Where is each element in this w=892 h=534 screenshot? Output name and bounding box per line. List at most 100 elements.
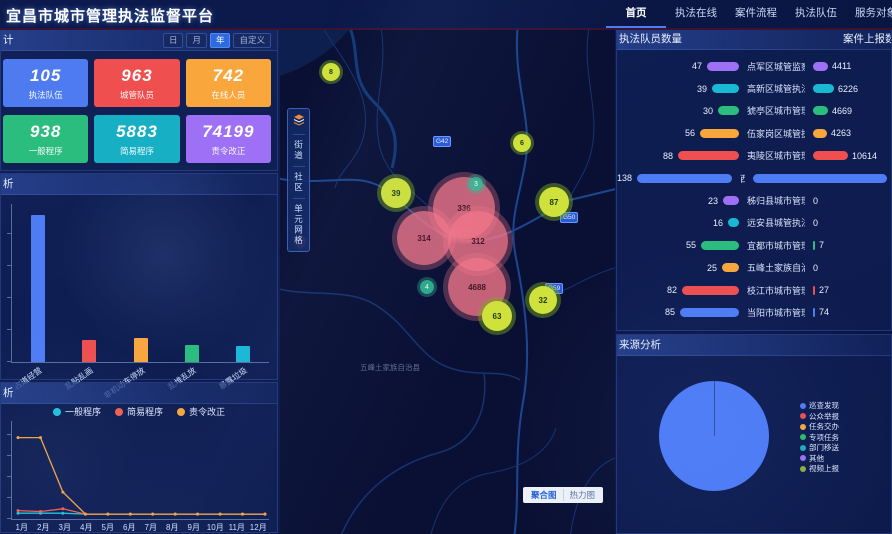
map-green-marker[interactable]: 87 (539, 187, 569, 217)
team-count-group: 82 (617, 285, 739, 295)
map-green-marker[interactable]: 8 (322, 63, 340, 81)
map-mode-button[interactable]: 热力图 (563, 489, 602, 501)
team-count-group: 85 (617, 307, 739, 317)
nav-tab[interactable]: 执法在线 (666, 0, 726, 28)
bar (31, 215, 45, 362)
nav-tab[interactable]: 服务对象 (846, 0, 892, 28)
stat-cards: 105执法队伍963城管队员742在线人员938一般程序5883简易程序7419… (1, 51, 277, 163)
case-count-bar (813, 62, 828, 71)
layers-icon (293, 109, 305, 134)
map-green-marker[interactable]: 39 (381, 178, 411, 208)
stat-value: 963 (121, 66, 152, 86)
team-row[interactable]: 82枝江市城市管理...27 (617, 279, 891, 301)
team-row[interactable]: 47点军区城管监察...4411 (617, 55, 891, 77)
legend-dot (177, 408, 185, 416)
team-count-value: 23 (708, 196, 718, 206)
time-filter-group: 日月年自定义 (163, 33, 271, 48)
stat-label: 城管队员 (120, 89, 154, 101)
team-row[interactable]: 138西陵区城市管理... (617, 167, 891, 189)
pie-legend-dot (800, 455, 806, 461)
team-count-bar (700, 129, 739, 138)
case-count-value: 4411 (832, 61, 851, 71)
team-row[interactable]: 16 远安县城管执法... 0 (617, 212, 891, 234)
case-count-value: 74 (819, 307, 829, 317)
source-analysis-panel: 来源分析 巡查发现公众举报任务交办专项任务部门移送其他视频上报 (616, 334, 892, 534)
map-green-marker[interactable]: 6 (513, 134, 531, 152)
team-name-label: 高新区城管执法... (747, 82, 805, 95)
map-green-marker[interactable]: 32 (529, 286, 557, 314)
line-legend: 一般程序简易程序责令改正 (1, 405, 277, 418)
stat-card: 105执法队伍 (3, 59, 88, 107)
map-layer-menu: 街道社区单元网格 (287, 108, 310, 252)
team-count-group: 16 (617, 218, 739, 228)
pie-legend-label: 其他 (809, 454, 824, 463)
road-number-badge: G42 (433, 136, 451, 147)
nav-tab[interactable]: 案件流程 (726, 0, 786, 28)
cases-count-group: 10614 (813, 151, 891, 161)
pie-legend-label: 任务交办 (809, 422, 839, 431)
page-title: 宜昌市城市管理执法监督平台 (6, 5, 214, 26)
cases-count-group: 7 (813, 240, 891, 250)
layer-menu-item[interactable]: 街道 (293, 134, 305, 166)
team-row[interactable]: 23秭归县城市管理...0 (617, 189, 891, 211)
case-count-bar (813, 84, 834, 93)
pie-legend-label: 视频上报 (809, 464, 839, 473)
team-count-value: 85 (665, 307, 675, 317)
source-panel-title: 来源分析 (619, 335, 661, 355)
time-filter-button[interactable]: 年 (210, 33, 231, 48)
team-count-value: 56 (685, 128, 695, 138)
legend-dot (53, 408, 61, 416)
cases-count-group (753, 174, 891, 183)
bar-slot: 占道经营 (12, 204, 63, 362)
stats-panel: 计 日月年自定义 105执法队伍963城管队员742在线人员938一般程序588… (0, 29, 278, 171)
team-name-label: 夷陵区城市管理... (747, 149, 805, 162)
team-name-label: 宜都市城市管理... (747, 239, 805, 252)
case-count-value: 0 (813, 263, 818, 273)
team-count-group: 55 (617, 240, 739, 250)
team-row[interactable]: 39高新区城管执法...6226 (617, 77, 891, 99)
time-filter-button[interactable]: 月 (186, 33, 207, 48)
map-mode-button[interactable]: 聚合图 (525, 489, 563, 501)
pie-legend-dot (800, 403, 806, 409)
team-name-label: 远安县城管执法... (747, 216, 805, 229)
map-teal-marker[interactable]: 3 (469, 177, 483, 191)
team-row[interactable]: 85当阳市城市管理...74 (617, 301, 891, 323)
team-row[interactable]: 88 夷陵区城市管理... 10614 (617, 145, 891, 167)
city-map[interactable]: 街道社区单元网格 宜昌市五峰土家族自治县G42G50G5933631431246… (280, 28, 615, 534)
stats-panel-header: 计 日月年自定义 (1, 30, 277, 51)
case-count-bar (813, 106, 828, 115)
team-count-bar (728, 218, 739, 227)
bar-slot: 乱贴乱画 (63, 204, 114, 362)
time-filter-button[interactable]: 日 (163, 33, 184, 48)
team-row[interactable]: 55 宜都市城市管理... 7 (617, 234, 891, 256)
legend-item: 一般程序 (53, 405, 101, 418)
nav-tab[interactable]: 执法队伍 (786, 0, 846, 28)
team-count-value: 88 (663, 151, 673, 161)
map-teal-marker[interactable]: 4 (420, 280, 434, 294)
team-count-group: 30 (617, 106, 739, 116)
cases-count-group: 4263 (813, 128, 891, 138)
nav-tab[interactable]: 首页 (606, 0, 666, 28)
stat-label: 在线人员 (211, 89, 245, 101)
stat-label: 责令改正 (211, 145, 245, 157)
case-count-value: 0 (813, 218, 818, 228)
team-count-group: 138 (617, 173, 732, 183)
team-row[interactable]: 30猇亭区城市管理...4669 (617, 100, 891, 122)
month-axis: 1月2月3月4月5月6月7月8月9月10月11月12月 (11, 522, 269, 533)
team-count-value: 47 (692, 61, 702, 71)
teams-panel-header: 执法队员数量 案件上报数量 (617, 29, 891, 50)
layer-menu-item[interactable]: 单元网格 (293, 198, 305, 251)
map-green-marker[interactable]: 63 (482, 301, 512, 331)
month-label: 2月 (33, 522, 55, 533)
team-row[interactable]: 25五峰土家族自治...0 (617, 257, 891, 279)
time-filter-button[interactable]: 自定义 (233, 33, 271, 48)
bar-panel-title: 析 (3, 174, 14, 194)
map-cluster-bubble[interactable]: 314 (397, 211, 451, 265)
stat-value: 742 (213, 66, 244, 86)
layer-menu-item[interactable]: 社区 (293, 166, 305, 198)
team-count-group: 56 (617, 128, 739, 138)
team-row[interactable]: 56伍家岗区城管执...4263 (617, 122, 891, 144)
month-label: 9月 (183, 522, 205, 533)
legend-label: 责令改正 (189, 405, 225, 418)
case-count-bar (813, 241, 815, 250)
